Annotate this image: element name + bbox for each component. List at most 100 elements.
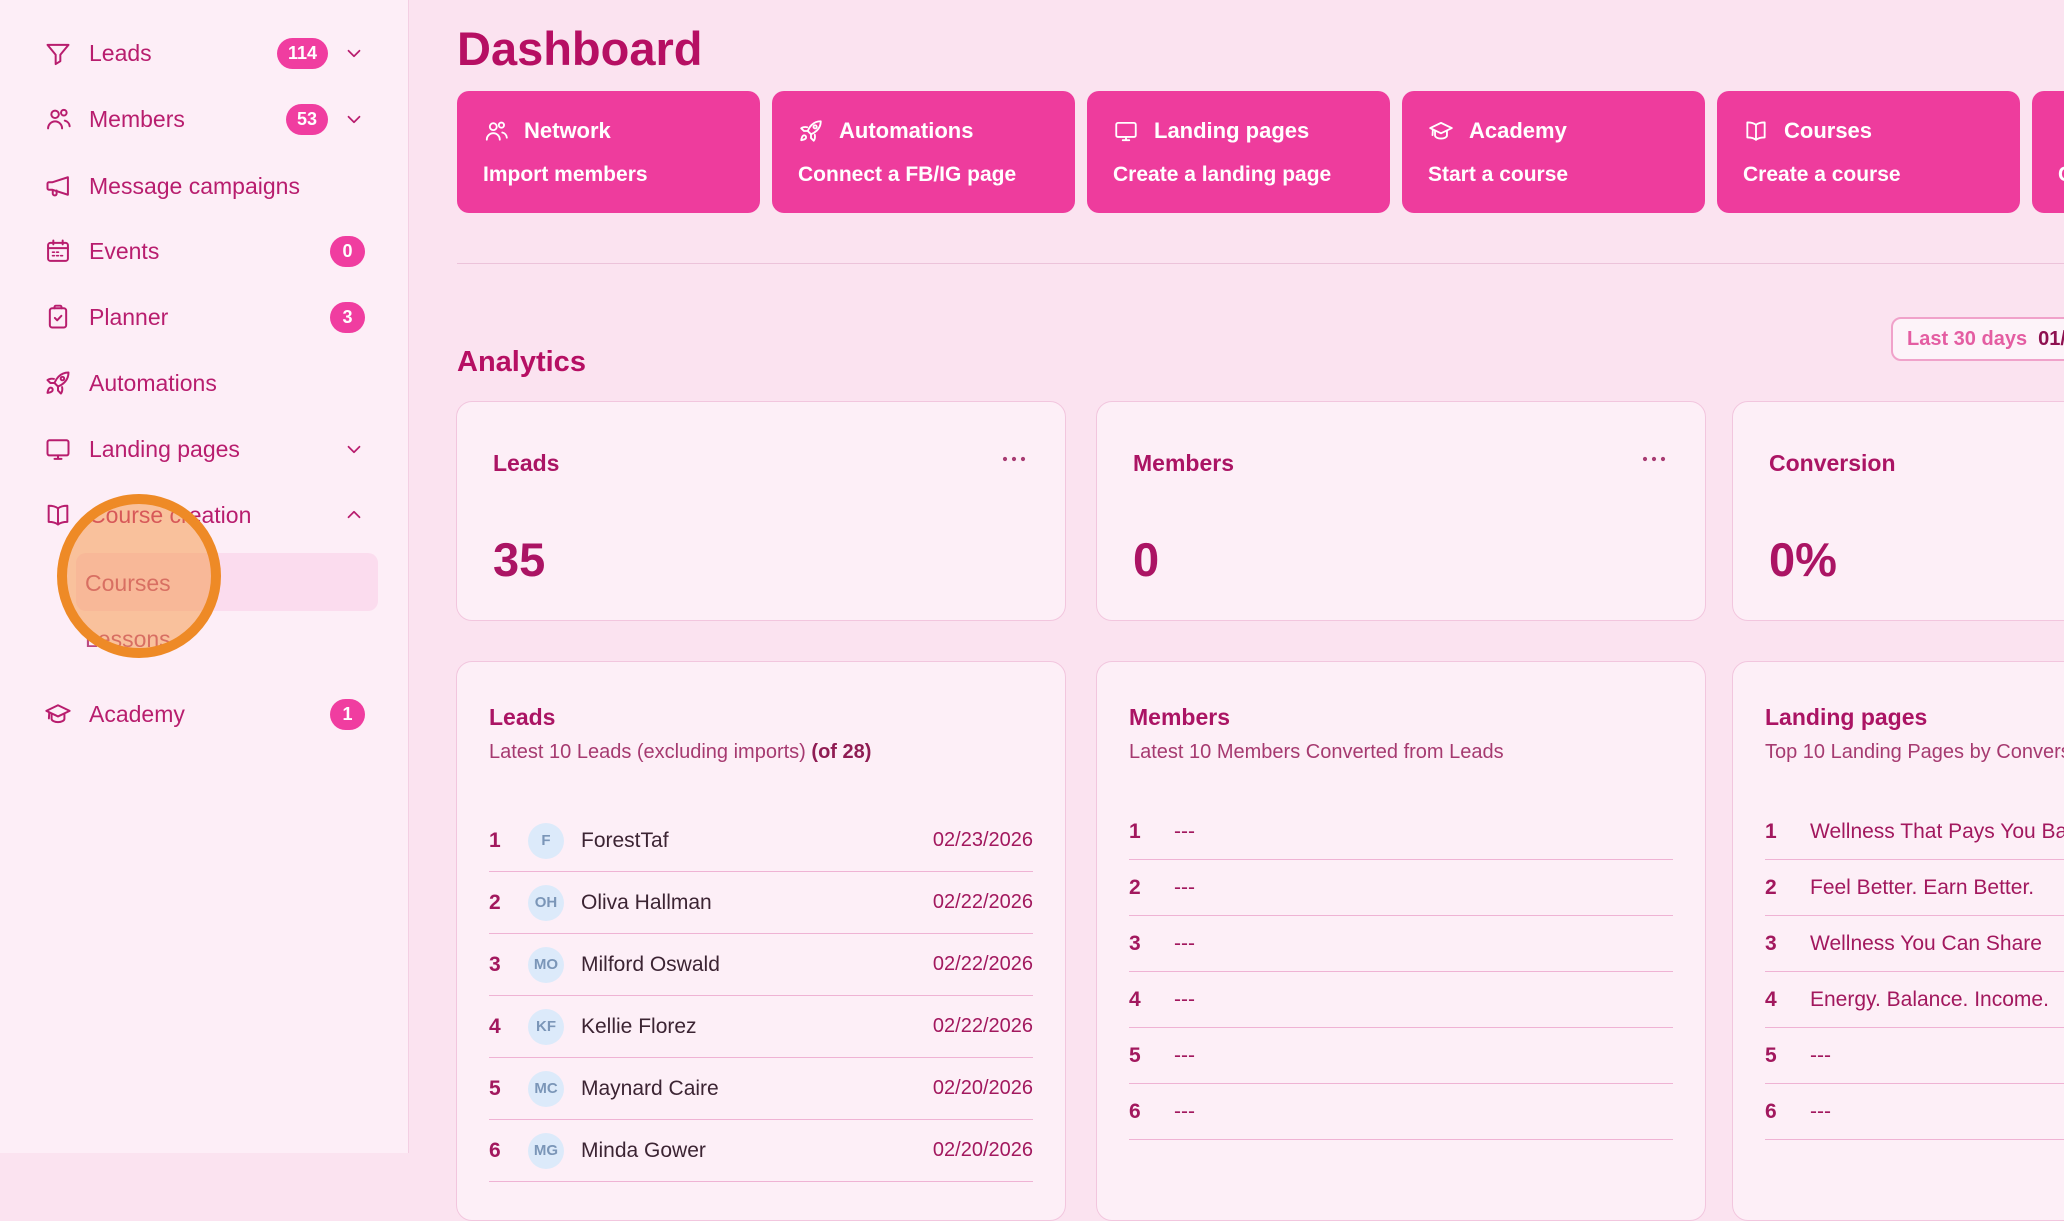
lead-name: Kellie Florez — [581, 1015, 916, 1039]
date-range-label: Last 30 days — [1907, 328, 2027, 351]
sidebar-item-leads[interactable]: Leads 114 — [0, 29, 409, 77]
avatar: MG — [528, 1133, 564, 1169]
sidebar-item-label: Events — [89, 238, 330, 265]
lead-row[interactable]: 5 MC Maynard Caire 02/20/2026 — [489, 1058, 1033, 1120]
row-number: 3 — [489, 953, 511, 977]
row-number: 4 — [1765, 988, 1787, 1012]
landing-page-row[interactable]: 4 Energy. Balance. Income. — [1765, 972, 2064, 1028]
lead-row[interactable]: 4 KF Kellie Florez 02/22/2026 — [489, 996, 1033, 1058]
rocket-icon — [44, 369, 72, 397]
sidebar-item-label: Landing pages — [89, 436, 328, 463]
quick-action-network[interactable]: Network Import members — [457, 91, 760, 213]
row-number: 6 — [1765, 1100, 1787, 1124]
landing-page-name: --- — [1810, 1044, 1831, 1068]
sidebar-item-planner[interactable]: Planner 3 — [0, 293, 409, 341]
sidebar-item-label: Message campaigns — [89, 173, 365, 200]
open-book-icon — [44, 501, 72, 529]
lead-date: 02/23/2026 — [933, 829, 1033, 852]
landing-page-name: Energy. Balance. Income. — [1810, 988, 2049, 1012]
member-row[interactable]: 4 --- — [1129, 972, 1673, 1028]
chevron-down-icon[interactable] — [343, 108, 365, 130]
lead-date: 02/20/2026 — [933, 1077, 1033, 1100]
member-row[interactable]: 5 --- — [1129, 1028, 1673, 1084]
member-value: --- — [1174, 820, 1195, 844]
graduation-cap-icon — [1428, 118, 1454, 144]
lead-name: Maynard Caire — [581, 1077, 916, 1101]
quick-action-title: Landing pages — [1154, 118, 1309, 144]
lead-row[interactable]: 3 MO Milford Oswald 02/22/2026 — [489, 934, 1033, 996]
quick-action-landing-pages[interactable]: Landing pages Create a landing page — [1087, 91, 1390, 213]
landing-page-row[interactable]: 5 --- — [1765, 1028, 2064, 1084]
member-value: --- — [1174, 932, 1195, 956]
member-row[interactable]: 3 --- — [1129, 916, 1673, 972]
quick-action-automations[interactable]: Automations Connect a FB/IG page — [772, 91, 1075, 213]
more-options-icon[interactable] — [1637, 446, 1671, 472]
lead-row[interactable]: 6 MG Minda Gower 02/20/2026 — [489, 1120, 1033, 1182]
sidebar-item-label: Members — [89, 106, 286, 133]
row-number: 5 — [1765, 1044, 1787, 1068]
lead-row[interactable]: 2 OH Oliva Hallman 02/22/2026 — [489, 872, 1033, 934]
clipboard-check-icon — [44, 303, 72, 331]
list-title: Members — [1129, 702, 1673, 732]
quick-action-courses[interactable]: Courses Create a course — [1717, 91, 2020, 213]
members-list-card: Members Latest 10 Members Converted from… — [1096, 661, 1706, 1221]
row-number: 6 — [489, 1139, 511, 1163]
row-number: 4 — [1129, 988, 1151, 1012]
sidebar-item-courses[interactable]: Courses — [0, 561, 409, 605]
landing-pages-list-card: Landing pages Top 10 Landing Pages by Co… — [1732, 661, 2064, 1221]
sidebar-item-landing-pages[interactable]: Landing pages — [0, 425, 409, 473]
member-value: --- — [1174, 988, 1195, 1012]
row-number: 3 — [1765, 932, 1787, 956]
quick-action-subtitle: C — [2058, 163, 2064, 187]
users-icon — [483, 118, 509, 144]
quick-action-title: Academy — [1469, 118, 1567, 144]
member-row[interactable]: 6 --- — [1129, 1084, 1673, 1140]
quick-action-clipped[interactable]: C — [2032, 91, 2064, 213]
stat-card-conversion: Conversion 0% — [1732, 401, 2064, 621]
sidebar-item-lessons[interactable]: Lessons — [0, 617, 409, 661]
lead-date: 02/22/2026 — [933, 953, 1033, 976]
landing-page-name: Wellness That Pays You Back — [1810, 820, 2064, 844]
quick-action-subtitle: Connect a FB/IG page — [798, 163, 1049, 187]
sidebar-item-events[interactable]: Events 0 — [0, 227, 409, 275]
chevron-down-icon[interactable] — [343, 438, 365, 460]
sidebar-item-members[interactable]: Members 53 — [0, 95, 409, 143]
row-number: 3 — [1129, 932, 1151, 956]
quick-action-academy[interactable]: Academy Start a course — [1402, 91, 1705, 213]
list-title: Leads — [489, 702, 1033, 732]
landing-page-row[interactable]: 6 --- — [1765, 1084, 2064, 1140]
more-options-icon[interactable] — [997, 446, 1031, 472]
monitor-icon — [1113, 118, 1139, 144]
member-row[interactable]: 2 --- — [1129, 860, 1673, 916]
quick-action-title: Network — [524, 118, 611, 144]
member-value: --- — [1174, 1100, 1195, 1124]
quick-action-subtitle: Import members — [483, 163, 734, 187]
lead-row[interactable]: 1 F ForestTaf 02/23/2026 — [489, 810, 1033, 872]
stat-card-leads: Leads 35 — [456, 401, 1066, 621]
landing-page-name: --- — [1810, 1100, 1831, 1124]
row-number: 1 — [489, 829, 511, 853]
landing-page-row[interactable]: 3 Wellness You Can Share — [1765, 916, 2064, 972]
row-number: 2 — [1129, 876, 1151, 900]
row-number: 1 — [1129, 820, 1151, 844]
date-range-filter[interactable]: Last 30 days 01/2 — [1891, 317, 2064, 361]
quick-action-title: Automations — [839, 118, 973, 144]
sidebar-item-academy[interactable]: Academy 1 — [0, 690, 409, 738]
stat-title: Leads — [493, 448, 1029, 478]
sidebar-item-label: Automations — [89, 370, 365, 397]
sidebar-item-automations[interactable]: Automations — [0, 359, 409, 407]
rocket-icon — [798, 118, 824, 144]
landing-page-row[interactable]: 1 Wellness That Pays You Back — [1765, 804, 2064, 860]
sidebar-item-message-campaigns[interactable]: Message campaigns — [0, 162, 409, 210]
member-row[interactable]: 1 --- — [1129, 804, 1673, 860]
sidebar-item-label: Academy — [89, 701, 330, 728]
row-number: 2 — [1765, 876, 1787, 900]
chevron-down-icon[interactable] — [343, 42, 365, 64]
landing-page-row[interactable]: 2 Feel Better. Earn Better. — [1765, 860, 2064, 916]
count-badge: 1 — [330, 699, 365, 730]
sidebar-item-label: Course creation — [89, 502, 328, 529]
count-badge: 0 — [330, 236, 365, 267]
open-book-icon — [1743, 118, 1769, 144]
chevron-up-icon[interactable] — [343, 504, 365, 526]
sidebar-item-course-creation[interactable]: Course creation — [0, 491, 409, 539]
